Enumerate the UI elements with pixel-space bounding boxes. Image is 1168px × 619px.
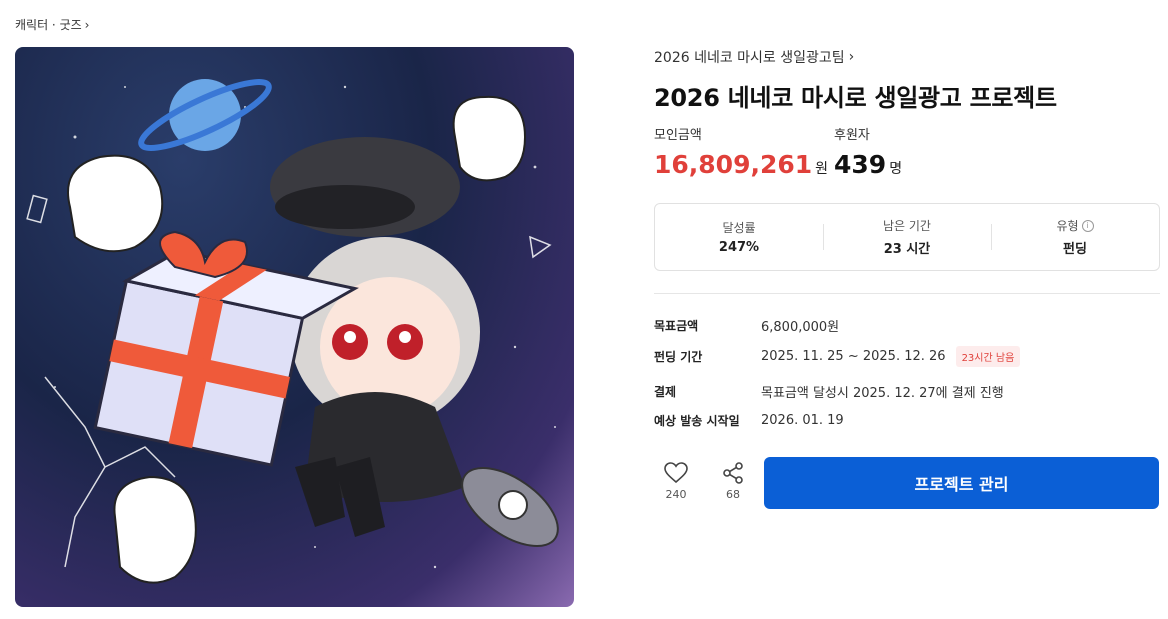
remaining-label: 남은 기간 <box>883 219 931 233</box>
shipping-label: 예상 발송 시작일 <box>654 414 740 428</box>
summary-box: 달성률 247% 남은 기간 23 시간 유형 i 펀딩 <box>654 203 1160 271</box>
type-value: 펀딩 <box>1063 242 1087 257</box>
heart-icon <box>664 462 688 484</box>
info-icon[interactable]: i <box>1081 219 1094 232</box>
backers-unit: 명 <box>889 161 903 177</box>
project-hero-image <box>15 47 574 607</box>
chevron-right-icon: › <box>848 49 855 65</box>
project-type: 유형 i 펀딩 <box>991 204 1159 270</box>
remaining-time: 남은 기간 23 시간 <box>823 204 991 270</box>
payment-value: 목표금액 달성시 2025. 12. 27에 결제 진행 <box>761 386 1004 401</box>
like-button[interactable]: 240 <box>664 462 688 501</box>
manage-project-button[interactable]: 프로젝트 관리 <box>764 457 1159 509</box>
goal-row: 목표금액 6,800,000원 <box>654 316 839 335</box>
creator-link[interactable]: 2026 네네코 마시로 생일광고팀 › <box>654 47 854 67</box>
share-button[interactable]: 68 <box>721 462 745 501</box>
raised-unit: 원 <box>815 161 829 177</box>
achievement-rate: 달성률 247% <box>655 204 823 270</box>
payment-label: 결제 <box>654 385 677 399</box>
breadcrumb[interactable]: 캐릭터 · 굿즈 › <box>15 16 89 33</box>
share-icon <box>723 462 743 484</box>
share-count: 68 <box>726 488 740 501</box>
breadcrumb-label: 캐릭터 · 굿즈 <box>15 18 82 32</box>
goal-label: 목표금액 <box>654 319 699 333</box>
remaining-badge: 23시간 남음 <box>955 346 1021 367</box>
shipping-value: 2026. 01. 19 <box>761 413 844 428</box>
remaining-value: 23 시간 <box>883 242 931 257</box>
period-label: 펀딩 기간 <box>654 350 703 364</box>
like-count: 240 <box>665 488 687 501</box>
achievement-value: 247% <box>718 240 760 255</box>
project-title: 2026 네네코 마시로 생일광고 프로젝트 <box>654 84 1057 112</box>
creator-name: 2026 네네코 마시로 생일광고팀 <box>654 50 845 66</box>
achievement-label: 달성률 <box>722 221 756 235</box>
backers-value: 439 <box>834 150 887 179</box>
period-row: 펀딩 기간 2025. 11. 25 ~ 2025. 12. 26 23시간 남… <box>654 346 1021 367</box>
period-value: 2025. 11. 25 ~ 2025. 12. 26 <box>761 349 946 364</box>
raised-label: 모인금액 <box>654 128 702 143</box>
raised-amount: 16,809,261 원 <box>654 150 828 179</box>
backers-label: 후원자 <box>834 128 870 143</box>
chevron-right-icon: › <box>84 17 90 32</box>
raised-value: 16,809,261 <box>654 150 813 179</box>
backers-count: 439 명 <box>834 150 902 179</box>
goal-value: 6,800,000원 <box>761 320 840 335</box>
type-label: 유형 <box>1056 219 1079 233</box>
payment-row: 결제 목표금액 달성시 2025. 12. 27에 결제 진행 <box>654 382 1004 401</box>
section-divider <box>654 293 1160 294</box>
shipping-row: 예상 발송 시작일 2026. 01. 19 <box>654 412 844 429</box>
